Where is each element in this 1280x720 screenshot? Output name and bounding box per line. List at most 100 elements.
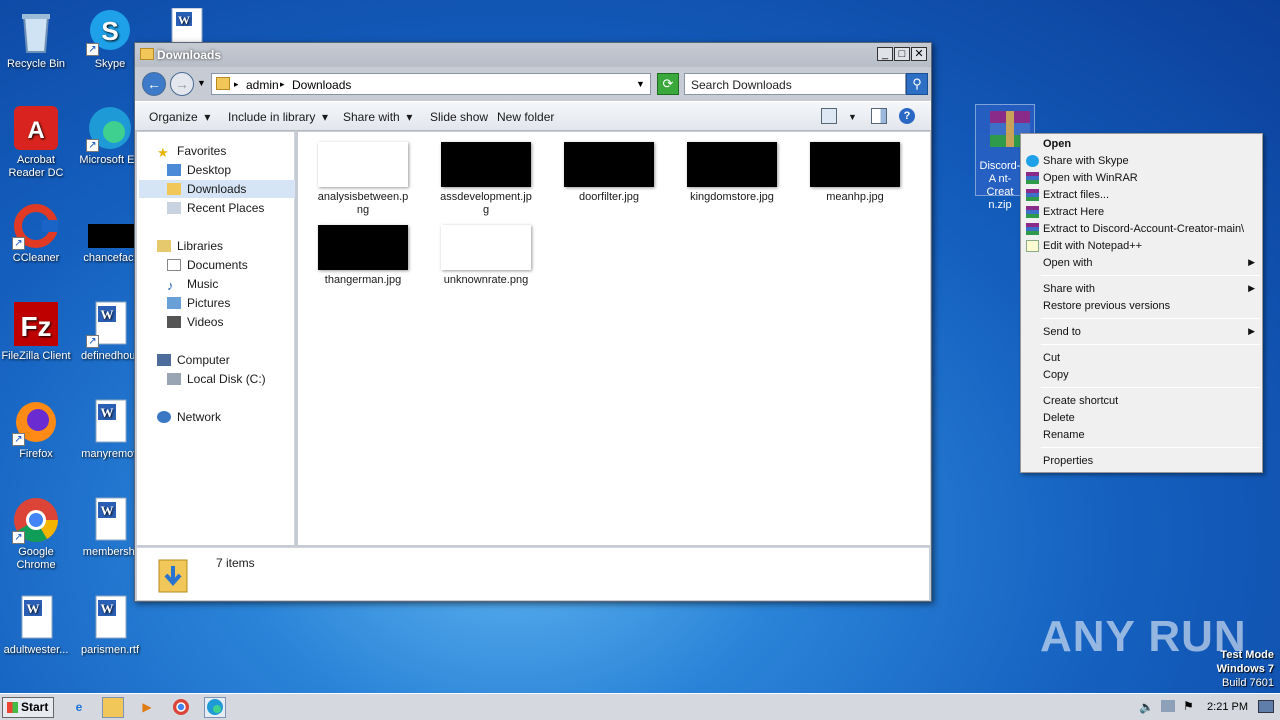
explorer-icon[interactable] [102, 697, 124, 718]
desktop-icon-firefox[interactable]: ↗ Firefox [0, 398, 74, 461]
clock[interactable]: 2:21 PM [1207, 701, 1248, 713]
menu-item-open[interactable]: Open [1043, 138, 1071, 150]
file-item[interactable]: thangerman.jpg [313, 225, 413, 286]
show-desktop-icon[interactable] [1258, 700, 1274, 713]
desktop-icon [167, 164, 181, 176]
navigation-pane: ★ Favorites Desktop Downloads Recent Plac… [137, 132, 295, 545]
back-button[interactable]: ← [142, 72, 166, 96]
nav-favorites[interactable]: ★ Favorites [157, 144, 226, 160]
desktop-icon-acrobat[interactable]: A Acrobat Reader DC [0, 104, 74, 180]
chrome-icon[interactable] [170, 697, 192, 718]
menu-item-create-shortcut[interactable]: Create shortcut [1043, 395, 1118, 407]
image-thumbnail [441, 225, 531, 270]
nav-item-documents[interactable]: Documents [167, 258, 248, 272]
menu-item-delete[interactable]: Delete [1043, 412, 1075, 424]
breadcrumb-separator-icon[interactable]: ▸ [234, 79, 239, 90]
menu-item-extract-here[interactable]: Extract Here [1026, 206, 1104, 218]
edge-icon: ↗ [86, 104, 134, 152]
edge-icon[interactable] [204, 697, 226, 718]
shortcut-arrow-icon: ↗ [86, 335, 99, 348]
image-thumbnail [441, 142, 531, 187]
ie-icon[interactable]: e [68, 697, 90, 718]
address-dropdown-icon[interactable]: ▼ [636, 79, 645, 89]
forward-button[interactable]: → [170, 72, 194, 96]
view-options-chevron-icon[interactable]: ▼ [848, 112, 857, 122]
winrar-icon [1026, 172, 1039, 184]
action-center-flag-icon[interactable]: ⚑ [1183, 699, 1194, 713]
desktop-icon-chrome[interactable]: ↗ Google Chrome [0, 496, 74, 572]
nav-item-music[interactable]: ♪ Music [167, 277, 218, 293]
menu-item-open-with-winrar[interactable]: Open with WinRAR [1026, 172, 1138, 184]
menu-item-share-with-skype[interactable]: Share with Skype [1026, 155, 1129, 167]
address-bar[interactable]: ▸ admin ▸ Downloads ▼ [211, 73, 651, 95]
menu-item-copy[interactable]: Copy [1043, 369, 1069, 381]
nav-item-recent-places[interactable]: Recent Places [167, 201, 264, 215]
nav-item-desktop[interactable]: Desktop [167, 163, 231, 177]
submenu-arrow-icon: ▶ [1248, 283, 1255, 293]
breadcrumb-downloads[interactable]: Downloads [292, 78, 351, 92]
breadcrumb-admin[interactable]: admin [246, 78, 279, 92]
menu-item-cut[interactable]: Cut [1043, 352, 1060, 364]
new-folder-button[interactable]: New folder [497, 110, 554, 124]
network-tray-icon[interactable] [1161, 700, 1175, 712]
close-button[interactable]: ✕ [911, 47, 927, 61]
winrar-icon [1026, 206, 1039, 218]
file-item[interactable]: doorfilter.jpg [559, 142, 659, 203]
nav-item-videos[interactable]: Videos [167, 315, 223, 329]
menu-item-extract-to-folder[interactable]: Extract to Discord-Account-Creator-main\ [1026, 223, 1244, 235]
desktop-icon-parismen[interactable]: W parismen.rtf [72, 594, 148, 657]
help-icon[interactable]: ? [899, 108, 915, 124]
recycle-bin-icon [12, 8, 60, 56]
share-with-button[interactable]: Share with ▾ [343, 110, 412, 124]
nav-network[interactable]: Network [157, 410, 221, 424]
submenu-arrow-icon: ▶ [1248, 326, 1255, 336]
desktop-icon-recycle-bin[interactable]: Recycle Bin [0, 8, 74, 71]
preview-pane-icon[interactable] [871, 108, 887, 124]
menu-item-restore-previous-versions[interactable]: Restore previous versions [1043, 300, 1170, 312]
notepad-icon [1026, 240, 1039, 252]
recent-pages-chevron-icon[interactable]: ▼ [197, 78, 206, 88]
search-icon[interactable]: ⚲ [906, 73, 928, 95]
svg-text:W: W [101, 405, 114, 420]
breadcrumb-separator-icon[interactable]: ▸ [280, 79, 285, 90]
window-titlebar[interactable]: Downloads _ □ ✕ [135, 43, 931, 67]
menu-item-properties[interactable]: Properties [1043, 455, 1093, 467]
menu-item-rename[interactable]: Rename [1043, 429, 1085, 441]
file-item[interactable]: meanhp.jpg [805, 142, 905, 203]
file-item[interactable]: kingdomstore.jpg [682, 142, 782, 203]
nav-item-local-disk[interactable]: Local Disk (C:) [167, 372, 266, 386]
volume-icon[interactable]: 🔈 [1139, 700, 1154, 714]
explorer-window[interactable]: Downloads _ □ ✕ ← → ▼ ▸ admin ▸ Download… [134, 42, 932, 602]
menu-item-share-with[interactable]: Share with ▶ [1043, 283, 1261, 295]
slide-show-button[interactable]: Slide show [430, 110, 488, 124]
file-item[interactable]: analysisbetween.png [313, 142, 413, 217]
taskbar: Start e ▶ 🔈 ⚑ 2:21 PM [0, 693, 1280, 720]
nav-libraries[interactable]: Libraries [157, 239, 223, 253]
media-player-icon[interactable]: ▶ [136, 697, 158, 718]
menu-item-extract-files[interactable]: Extract files... [1026, 189, 1109, 201]
network-icon [157, 411, 171, 423]
change-view-icon[interactable] [821, 108, 837, 124]
include-in-library-button[interactable]: Include in library ▾ [228, 110, 328, 124]
organize-button[interactable]: Organize ▾ [149, 110, 210, 124]
minimize-button[interactable]: _ [877, 47, 893, 61]
maximize-button[interactable]: □ [894, 47, 910, 61]
black-file-icon [86, 202, 134, 250]
libraries-icon [157, 240, 171, 252]
nav-computer[interactable]: Computer [157, 353, 230, 367]
menu-item-edit-with-notepad[interactable]: Edit with Notepad++ [1026, 240, 1142, 252]
search-input[interactable]: Search Downloads [684, 73, 906, 95]
desktop-icon-ccleaner[interactable]: ↗ CCleaner [0, 202, 74, 265]
file-item[interactable]: assdevelopment.jpg [436, 142, 536, 217]
refresh-button[interactable]: ⟳ [657, 73, 679, 95]
start-button[interactable]: Start [2, 697, 54, 718]
menu-item-send-to[interactable]: Send to ▶ [1043, 326, 1261, 338]
menu-item-open-with[interactable]: Open with ▶ [1043, 257, 1261, 269]
desktop-icon-adultwester[interactable]: W adultwester... [0, 594, 74, 657]
word-doc-icon: W [86, 496, 134, 544]
desktop-icon-filezilla[interactable]: Fz FileZilla Client [0, 300, 74, 363]
zip-label: Discord-A nt-Creat n.zip [979, 160, 1021, 211]
file-item[interactable]: unknownrate.png [436, 225, 536, 286]
nav-item-downloads[interactable]: Downloads [167, 182, 246, 196]
nav-item-pictures[interactable]: Pictures [167, 296, 230, 310]
